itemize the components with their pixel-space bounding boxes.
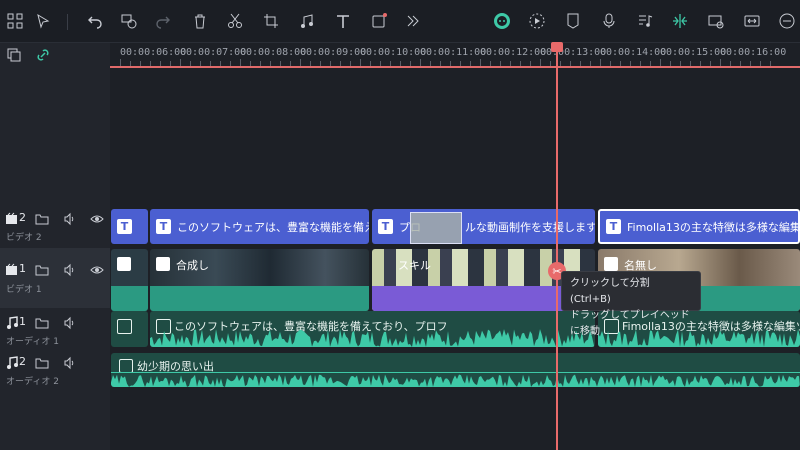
render-icon[interactable]	[524, 8, 550, 34]
video-clip-stub[interactable]	[111, 249, 148, 311]
more-tools-icon[interactable]	[400, 8, 426, 34]
title-icon: T	[378, 219, 393, 234]
playhead[interactable]	[556, 44, 558, 450]
title-clip-1[interactable]: T このソフトウェアは、豊富な機能を備えており、	[150, 209, 369, 244]
ruler-tick-label: 00:00:11:00	[420, 47, 487, 58]
music-note-icon	[117, 319, 132, 334]
link-icon[interactable]	[36, 47, 50, 61]
redo-icon[interactable]	[150, 8, 176, 34]
folder-icon[interactable]	[35, 211, 49, 225]
track-header-video-2: 2 ビデオ 2	[0, 206, 110, 246]
add-track-icon[interactable]	[7, 47, 21, 62]
waveform	[111, 374, 800, 387]
text-to-speech-icon[interactable]	[116, 8, 142, 34]
clip-audio-bar	[150, 286, 369, 311]
track-number: 1	[19, 262, 26, 275]
title-clip-stub[interactable]: T	[111, 209, 148, 244]
folder-icon[interactable]	[35, 262, 49, 276]
volume-icon[interactable]	[63, 211, 77, 226]
snap-icon[interactable]	[667, 8, 693, 34]
play-icon	[604, 257, 618, 271]
ruler-tick-label: 00:00:07:00	[180, 47, 247, 58]
undo-icon[interactable]	[82, 8, 108, 34]
music-note-icon	[119, 359, 133, 373]
track-label: オーディオ 1	[6, 337, 59, 347]
ruler-tick-label: 00:00:16:00	[720, 47, 787, 58]
volume-icon[interactable]	[63, 315, 77, 330]
waveform	[150, 329, 595, 347]
ruler-tick-label: 00:00:13:00	[540, 47, 607, 58]
ruler-tick-label: 00:00:06:00	[120, 47, 187, 58]
track-label: ビデオ 2	[6, 233, 42, 243]
drag-thumbnail	[410, 212, 462, 244]
volume-icon[interactable]	[63, 355, 77, 370]
clip-audio-bar	[111, 286, 148, 311]
ruler-tick-label: 00:00:10:00	[360, 47, 427, 58]
audio-clip-2[interactable]: 幼少期の思い出	[111, 353, 800, 387]
eye-icon[interactable]	[90, 211, 104, 225]
title-clip-2[interactable]: T プロ ルな動画制作を支援します。	[372, 209, 595, 244]
toolbar-divider	[67, 14, 68, 30]
layout-icon[interactable]	[2, 8, 28, 34]
shape-icon[interactable]	[366, 8, 392, 34]
split-tooltip: クリックして分割 (Ctrl+B) ドラッグしてプレイヘッドに移動	[561, 271, 701, 337]
folder-icon[interactable]	[35, 355, 49, 369]
play-icon	[156, 257, 170, 271]
title-clip-text: このソフトウェアは、豊富な機能を備えており、	[177, 220, 369, 234]
track-header-audio-2: 2 オーディオ 2	[0, 351, 110, 391]
volume-icon[interactable]	[63, 262, 77, 277]
track-header-video-1: 1 ビデオ 1	[0, 248, 110, 308]
timeline-ruler[interactable]: 00:00:06:00 00:00:07:00 00:00:08:00 00:00:0…	[110, 43, 800, 67]
delete-icon[interactable]	[187, 8, 213, 34]
scissors-icon[interactable]	[222, 8, 248, 34]
track-number: 2	[19, 355, 26, 368]
video-track-icon	[5, 262, 19, 276]
tooltip-line-1: クリックして分割 (Ctrl+B)	[570, 278, 650, 305]
marker-icon[interactable]	[560, 8, 586, 34]
video-clip-label: 合成し	[176, 259, 209, 272]
select-tool-icon[interactable]	[30, 8, 56, 34]
preview-render-icon[interactable]	[703, 8, 729, 34]
title-icon: T	[606, 219, 621, 234]
ruler-tick-label: 00:00:15:00	[660, 47, 727, 58]
text-icon[interactable]	[330, 8, 356, 34]
track-number: 2	[19, 211, 26, 224]
video-clip-label: スキル	[398, 259, 431, 272]
play-icon	[117, 257, 131, 271]
title-clip-3-selected[interactable]: T Fimolla13の主な特徴は多様な編集ツール	[598, 209, 800, 244]
audio-clip-1a[interactable]: このソフトウェアは、豊富な機能を備えており、プロフ	[150, 311, 595, 347]
ruler-tick-label: 00:00:14:00	[600, 47, 667, 58]
ruler-tick-label: 00:00:08:00	[240, 47, 307, 58]
title-icon: T	[156, 219, 171, 234]
music-note-icon	[5, 315, 19, 329]
title-clip-text: Fimolla13の主な特徴は多様な編集ツール	[627, 220, 800, 234]
video-clip-a[interactable]: 合成し	[150, 249, 369, 311]
ai-assistant-icon[interactable]	[489, 8, 515, 34]
playhead-handle[interactable]	[551, 42, 563, 52]
track-number: 1	[19, 315, 26, 328]
music-note-icon	[5, 355, 19, 369]
track-label: ビデオ 1	[6, 285, 42, 295]
ruler-tick-label: 00:00:09:00	[300, 47, 367, 58]
folder-icon[interactable]	[35, 315, 49, 329]
toolbar	[0, 0, 800, 43]
track-label: オーディオ 2	[6, 377, 59, 387]
fit-timeline-icon[interactable]	[739, 8, 765, 34]
track-header-audio-1: 1 オーディオ 1	[0, 310, 110, 350]
crop-icon[interactable]	[258, 8, 284, 34]
title-icon: T	[117, 219, 132, 234]
tooltip-line-2: ドラッグしてプレイヘッドに移動	[570, 310, 690, 337]
music-list-icon[interactable]	[632, 8, 658, 34]
audio-clip-stub[interactable]	[111, 311, 148, 347]
microphone-icon[interactable]	[596, 8, 622, 34]
zoom-out-icon[interactable]	[774, 8, 800, 34]
audio-effect-icon[interactable]	[294, 8, 320, 34]
eye-icon[interactable]	[90, 262, 104, 276]
ruler-tick-label: 00:00:12:00	[480, 47, 547, 58]
video-track-icon	[5, 211, 19, 225]
